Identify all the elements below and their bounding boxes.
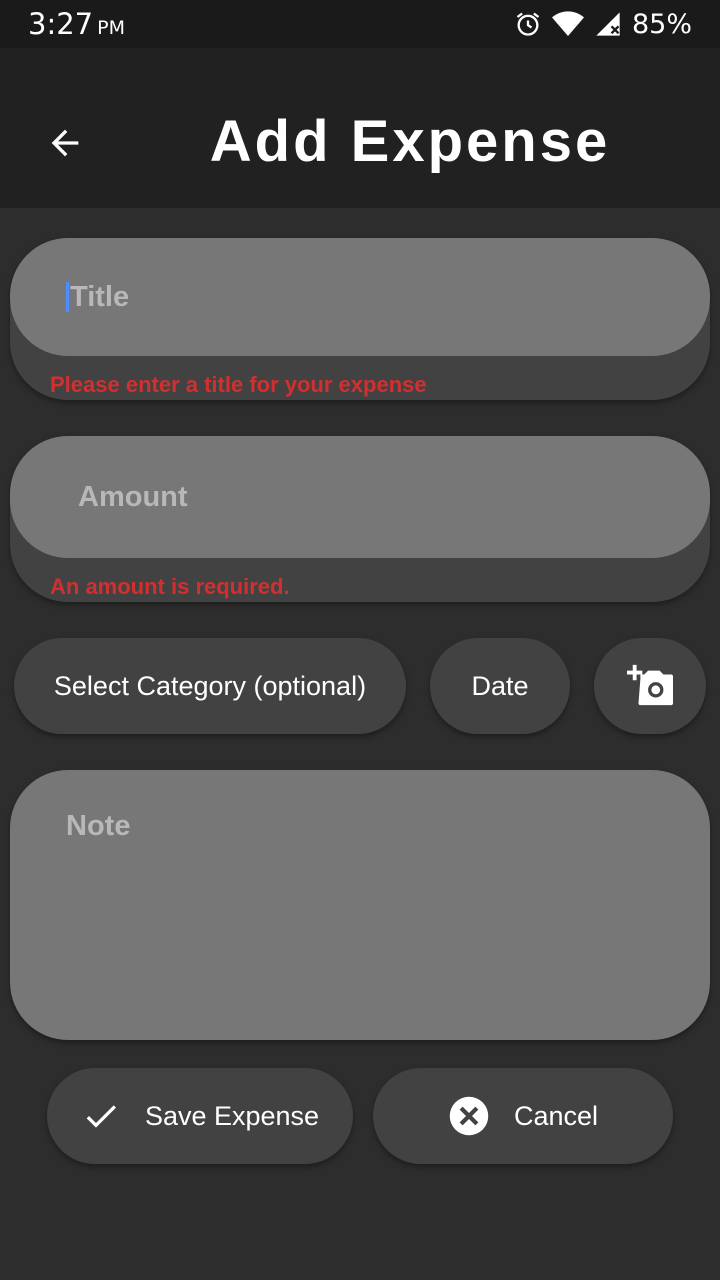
status-bar: 3:27 PM 85% (0, 0, 720, 48)
title-error: Please enter a title for your expense (50, 372, 427, 397)
note-input[interactable]: Note (10, 770, 710, 1040)
battery-level: 85% (631, 8, 692, 40)
category-label: Select Category (optional) (53, 670, 367, 701)
app-bar: Add Expense (0, 48, 720, 208)
cancel-label: Cancel (513, 1100, 599, 1131)
clock-text: 3:27 (28, 7, 94, 41)
wifi-icon (551, 11, 584, 37)
amount-error: An amount is required. (50, 574, 290, 599)
amount-input[interactable]: Amount (10, 436, 710, 558)
back-button[interactable] (40, 118, 90, 168)
amount-placeholder: Amount (78, 480, 188, 513)
text-cursor (66, 282, 69, 312)
check-icon (86, 1105, 116, 1128)
page-title: Add Expense (209, 109, 611, 174)
clock-ampm: PM (97, 17, 125, 39)
save-expense-button[interactable]: Save Expense (47, 1068, 353, 1164)
add-photo-button[interactable] (594, 638, 706, 734)
date-label: Date (471, 670, 529, 701)
status-icons: 85% (514, 9, 692, 40)
title-placeholder: Title (70, 280, 130, 313)
date-button[interactable]: Date (430, 638, 570, 734)
note-placeholder: Note (66, 810, 131, 842)
arrow-left-icon (51, 129, 79, 157)
add-a-photo-icon (627, 664, 673, 706)
title-input[interactable]: Title (10, 238, 710, 356)
cancel-button[interactable]: Cancel (373, 1068, 673, 1164)
title-field-container: Title Please enter a title for your expe… (10, 238, 710, 400)
status-time: 3:27 PM (28, 7, 125, 41)
save-label: Save Expense (144, 1100, 320, 1131)
amount-field-container: Amount An amount is required. (10, 436, 710, 602)
alarm-icon (516, 12, 540, 36)
signal-icon (596, 12, 620, 36)
cancel-circle-icon (449, 1096, 489, 1136)
select-category-button[interactable]: Select Category (optional) (14, 638, 406, 734)
